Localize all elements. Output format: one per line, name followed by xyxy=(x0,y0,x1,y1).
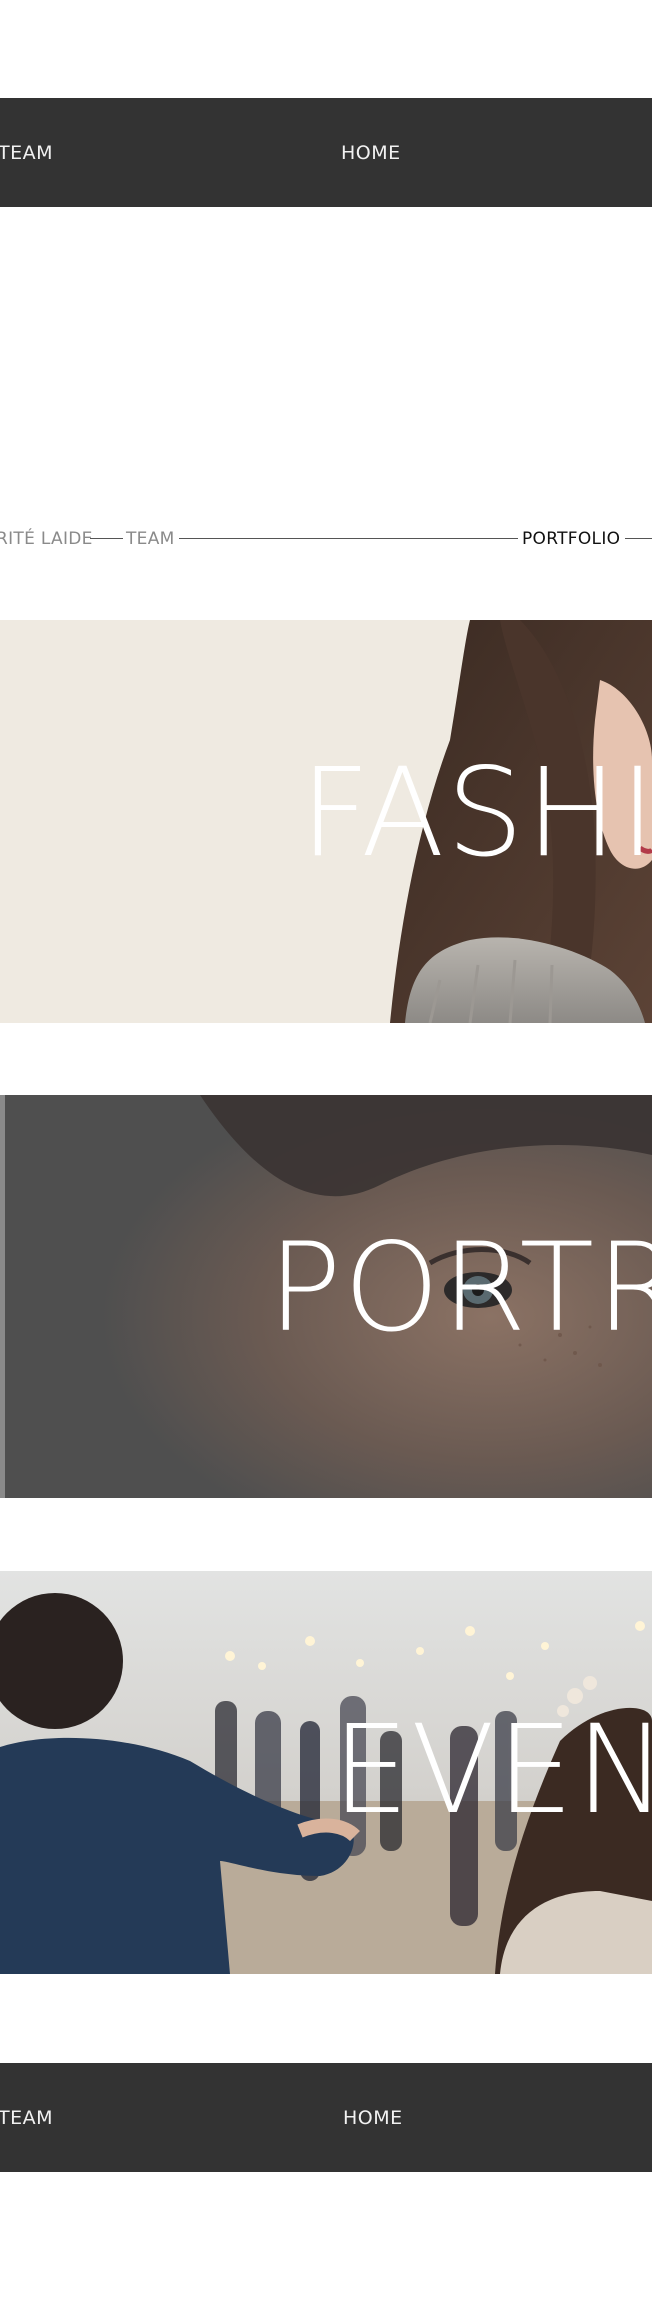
portfolio-title-events: EVEN xyxy=(332,1699,652,1841)
top-navbar: TEAM HOME xyxy=(0,98,652,207)
portfolio-card-fashion[interactable]: FASHIO xyxy=(0,620,652,1023)
breadcrumb-item-portfolio[interactable]: PORTFOLIO xyxy=(522,529,620,549)
bottom-navbar: TEAM HOME xyxy=(0,2063,652,2172)
breadcrumb-divider xyxy=(179,538,518,539)
breadcrumb-divider xyxy=(90,538,123,539)
breadcrumb-divider xyxy=(625,538,652,539)
breadcrumb-item-verite-laide[interactable]: RITÉ LAIDE xyxy=(0,529,93,549)
portfolio-card-portrait[interactable]: PORTR xyxy=(0,1095,652,1498)
nav-link-team[interactable]: TEAM xyxy=(0,2107,53,2129)
portfolio-title-portrait: PORTR xyxy=(268,1217,652,1359)
nav-link-home[interactable]: HOME xyxy=(341,142,401,164)
breadcrumb-item-team[interactable]: TEAM xyxy=(126,529,175,549)
breadcrumb: RITÉ LAIDE TEAM PORTFOLIO xyxy=(0,526,652,552)
portfolio-title-fashion: FASHIO xyxy=(300,742,652,884)
portfolio-card-events[interactable]: EVEN xyxy=(0,1571,652,1974)
nav-link-home[interactable]: HOME xyxy=(343,2107,403,2129)
nav-link-team[interactable]: TEAM xyxy=(0,142,53,164)
